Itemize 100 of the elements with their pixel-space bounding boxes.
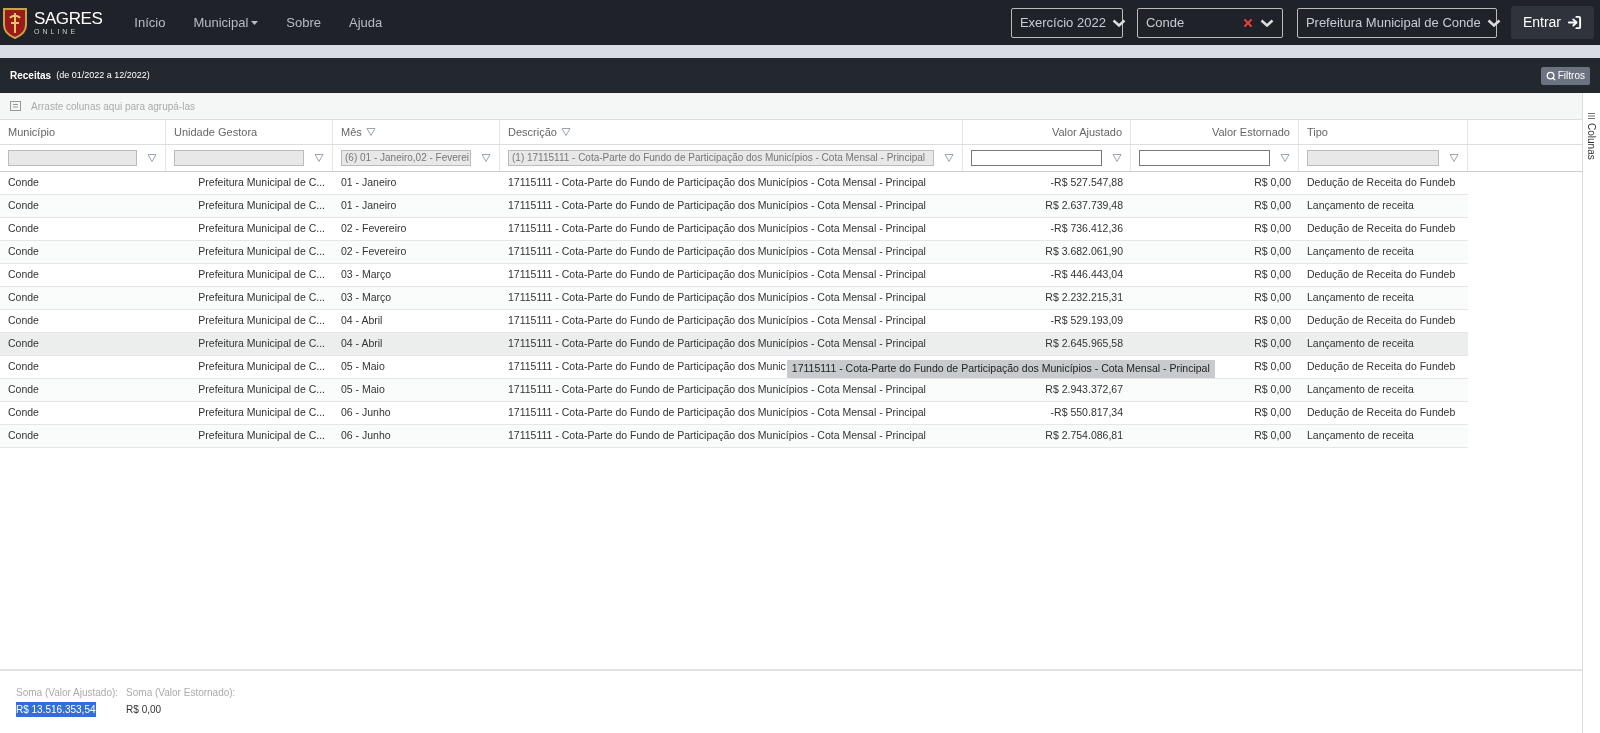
column-header[interactable]: Descrição	[500, 120, 963, 144]
table-cell: R$ 0,00	[1254, 245, 1291, 258]
column-header[interactable]: Valor Ajustado	[963, 120, 1131, 144]
table-cell: 06 - Junho	[341, 429, 391, 442]
table-cell: R$ 2.645.965,58	[1045, 337, 1123, 350]
table-cell: Dedução de Receita do Fundeb	[1307, 406, 1456, 419]
table-cell: 01 - Janeiro	[341, 176, 397, 189]
table-row[interactable]: Conde Prefeitura Municipal de C... 04 - Abril 17115111 - Cota-Parte do Fundo de Participação dos Municípios - Cota Mensal - Principal R$ 2.645.965,58 R$ 0,00 Lançamento de receita	[0, 333, 1468, 356]
table-row[interactable]: Conde Prefeitura Municipal de C... 01 - Janeiro 17115111 - Cota-Parte do Fundo de Participação dos Municípios - Cota Mensal - Principal R$ 2.637.739,48 R$ 0,00 Lançamento de receita	[0, 195, 1468, 218]
table-cell: 05 - Maio	[341, 360, 385, 373]
table-cell: Conde	[8, 222, 39, 235]
chevron-down-icon	[1486, 18, 1501, 27]
caret-icon	[251, 20, 259, 25]
column-header[interactable]: Tipo	[1299, 120, 1468, 144]
column-header[interactable]: Mês	[333, 120, 500, 144]
table-cell: Prefeitura Municipal de C...	[198, 291, 325, 304]
table-cell: Conde	[8, 337, 39, 350]
group-hint: Arraste colunas aqui para agrupá-las	[31, 99, 195, 114]
table-cell: Prefeitura Municipal de C...	[198, 222, 325, 235]
table-cell: 17115111 - Cota-Parte do Fundo de Participação dos Municípios - Cota Mensal - Principal	[508, 222, 926, 235]
total-label: Soma (Valor Ajustado):	[16, 686, 119, 700]
filter-icon[interactable]	[365, 127, 376, 137]
table-cell: 01 - Janeiro	[341, 199, 397, 212]
table-cell: Conde	[8, 268, 39, 281]
nav-link[interactable]: Municipal	[179, 12, 273, 33]
filter-icon[interactable]	[1449, 153, 1459, 163]
table-cell: Lançamento de receita	[1307, 429, 1414, 442]
table-cell: Prefeitura Municipal de C...	[198, 429, 325, 442]
table-cell: 03 - Março	[341, 291, 392, 304]
table-cell: 04 - Abril	[341, 314, 383, 327]
table-cell: Conde	[8, 291, 39, 304]
filter-icon[interactable]	[314, 153, 324, 163]
table-cell: Conde	[8, 245, 39, 258]
nav-link[interactable]: Início	[120, 12, 180, 33]
table-cell: Prefeitura Municipal de C...	[198, 314, 325, 327]
columns-side-panel[interactable]: Colunas	[1582, 93, 1600, 733]
table-cell: R$ 3.682.061,90	[1045, 245, 1123, 258]
filter-icon[interactable]	[1280, 153, 1290, 163]
menu-icon	[1588, 113, 1595, 119]
table-cell: Prefeitura Municipal de C...	[198, 406, 325, 419]
table-cell: 05 - Maio	[341, 383, 385, 396]
table-cell: 02 - Fevereiro	[341, 222, 407, 235]
table-cell: 17115111 - Cota-Parte do Fundo de Participação dos Municípios - Cota Mensal - Principal	[508, 406, 926, 419]
total-label: Soma (Valor Estornado):	[126, 686, 236, 700]
table-cell: Lançamento de receita	[1307, 383, 1414, 396]
table-cell: R$ 0,00	[1254, 406, 1291, 419]
table-cell: 17115111 - Cota-Parte do Fundo de Participação dos Municípios - Cota Mensal - Principal	[508, 199, 926, 212]
table-cell: R$ 0,00	[1254, 360, 1291, 373]
table-cell: R$ 0,00	[1254, 291, 1291, 304]
nav-link[interactable]: Sobre	[272, 12, 335, 33]
chevron-down-icon	[1259, 18, 1274, 27]
table-row[interactable]: Conde Prefeitura Municipal de C... 02 - Fevereiro 17115111 - Cota-Parte do Fundo de Participação dos Municípios - Cota Mensal - Principal R$ 3.682.061,90 R$ 0,00 Lançamento de receita	[0, 241, 1468, 264]
filter-icon[interactable]	[1112, 153, 1122, 163]
table-cell: Conde	[8, 406, 39, 419]
filter-input[interactable]	[971, 150, 1102, 166]
table-row[interactable]: Conde Prefeitura Municipal de C... 03 - Março 17115111 - Cota-Parte do Fundo de Participação dos Municípios - Cota Mensal - Principal R$ 2.232.215,31 R$ 0,00 Lançamento de receita	[0, 287, 1468, 310]
table-cell: R$ 0,00	[1254, 314, 1291, 327]
column-header[interactable]: Município	[0, 120, 166, 144]
login-button[interactable]: Entrar	[1510, 6, 1594, 39]
table-cell: R$ 0,00	[1254, 222, 1291, 235]
filter-icon[interactable]	[481, 153, 491, 163]
table-cell: -R$ 527.547,88	[1050, 176, 1123, 189]
table-cell: Conde	[8, 199, 39, 212]
column-header[interactable]: Valor Estornado	[1131, 120, 1299, 144]
table-cell: Lançamento de receita	[1307, 199, 1414, 212]
table-cell: Prefeitura Municipal de C...	[198, 176, 325, 189]
filter-icon[interactable]	[147, 153, 157, 163]
panel-title: Receitas	[10, 69, 52, 83]
table-cell: Conde	[8, 383, 39, 396]
filters-button[interactable]: Filtros	[1540, 66, 1590, 85]
select-value: Prefeitura Municipal de Conde	[1305, 13, 1481, 32]
table-cell: Dedução de Receita do Fundeb	[1307, 360, 1456, 373]
table-cell: 17115111 - Cota-Parte do Fundo de Participação dos Municípios - Cota Mensal - Principal	[508, 383, 926, 396]
clear-icon[interactable]	[1241, 16, 1254, 29]
table-cell: Conde	[8, 314, 39, 327]
group-icon	[10, 101, 21, 111]
select-field[interactable]: Exercício 2022	[1010, 7, 1123, 38]
table-cell: R$ 0,00	[1254, 337, 1291, 350]
table-cell: Prefeitura Municipal de C...	[198, 245, 325, 258]
table-cell: 04 - Abril	[341, 337, 383, 350]
filter-input[interactable]	[1139, 150, 1270, 166]
table-cell: 17115111 - Cota-Parte do Fundo de Participação dos Municípios - Cota Mensal - Principal	[508, 337, 926, 350]
select-field[interactable]: Conde	[1136, 7, 1283, 38]
table-cell: Conde	[8, 360, 39, 373]
table-row[interactable]: Conde Prefeitura Municipal de C... 05 - Maio 17115111 - Cota-Parte do Fundo de Participação dos Municípios - Cota Mensal - Principal R$ 2.943.372,67 R$ 0,00 Lançamento de receita	[0, 379, 1468, 402]
table-cell: Lançamento de receita	[1307, 245, 1414, 258]
login-icon	[1567, 15, 1582, 30]
table-cell: R$ 2.637.739,48	[1045, 199, 1123, 212]
table-cell: R$ 0,00	[1254, 176, 1291, 189]
column-header[interactable]: Unidade Gestora	[166, 120, 333, 144]
filter-icon[interactable]	[944, 153, 954, 163]
table-cell: R$ 2.232.215,31	[1045, 291, 1123, 304]
table-row[interactable]: Conde Prefeitura Municipal de C... 06 - Junho 17115111 - Cota-Parte do Fundo de Participação dos Municípios - Cota Mensal - Principal R$ 2.754.086,81 R$ 0,00 Lançamento de receita	[0, 425, 1468, 448]
table-cell: 17115111 - Cota-Parte do Fundo de Participação dos Municípios - Cota Mensal - Principal	[508, 429, 926, 442]
nav-link[interactable]: Ajuda	[335, 12, 397, 33]
table-cell: 17115111 - Cota-Parte do Fundo de Participação dos Municípios - Cota Mensal - Principal	[508, 245, 926, 258]
filter-icon[interactable]	[560, 127, 571, 137]
table-cell: R$ 0,00	[1254, 268, 1291, 281]
table-cell: 17115111 - Cota-Parte do Fundo de Participação dos Municípios - Cota Mensal - Principal	[508, 291, 926, 304]
table-cell: 02 - Fevereiro	[341, 245, 407, 258]
